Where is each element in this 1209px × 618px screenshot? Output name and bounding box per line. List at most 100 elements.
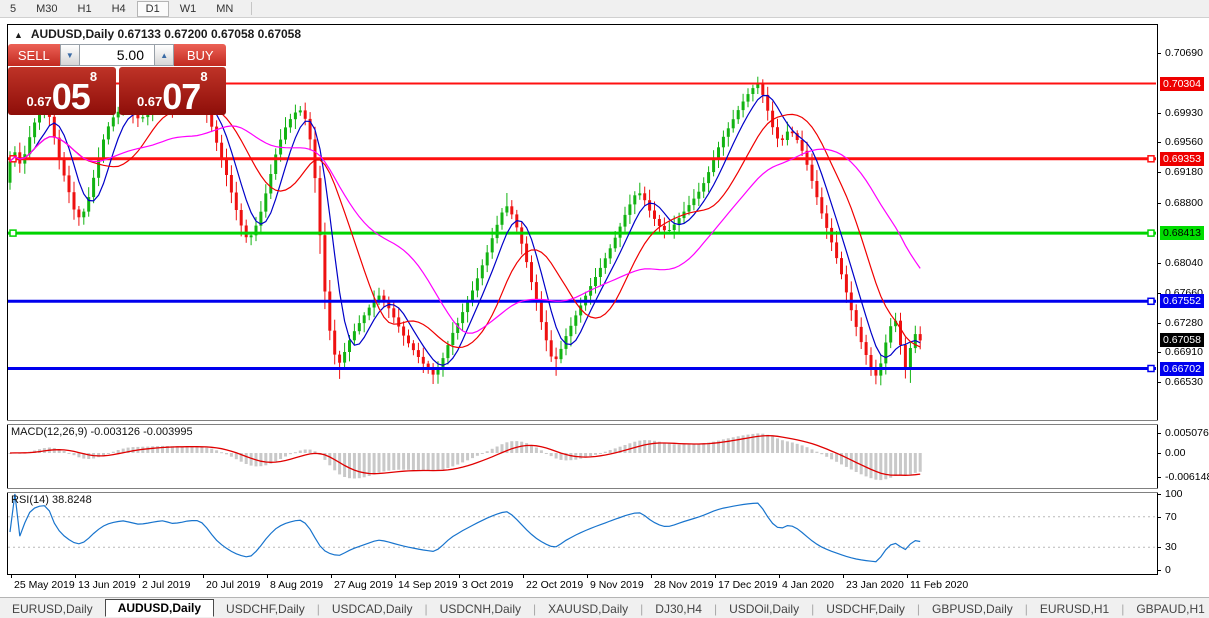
chart-tab-usdchf-daily[interactable]: USDCHF,Daily [214, 600, 317, 618]
axis-tick [1157, 113, 1161, 115]
date-tick-label: 28 Nov 2019 [654, 579, 714, 591]
axis-tick [1157, 516, 1161, 518]
mt4-window: 5 M30 H1 H4 D1 W1 MN ▲ AUDUSD,Daily 0.67133 0.… [0, 0, 1209, 618]
date-tick-label: 22 Oct 2019 [526, 579, 584, 591]
date-axis[interactable]: 25 May 2019 13 Jun 2019 2 Jul 2019 20 Jul 2… [7, 574, 1157, 595]
chart-tab-usdcnh-daily[interactable]: USDCNH,Daily [428, 600, 533, 618]
date-tick-label: 27 Aug 2019 [334, 579, 393, 591]
axis-tick-label: 0.68800 [1165, 196, 1203, 209]
date-tick-label: 20 Jul 2019 [206, 579, 261, 591]
date-tick [11, 574, 12, 578]
price-level-badge: 0.67058 [1160, 333, 1204, 348]
sell-price-big: 05 [51, 76, 91, 118]
chart-tab-xauusd-daily[interactable]: XAUUSD,Daily [536, 600, 640, 618]
buy-button[interactable]: BUY [174, 44, 226, 66]
date-tick [267, 574, 268, 578]
ma-14-line [9, 106, 921, 349]
date-tick [715, 574, 716, 578]
collapse-triangle-icon[interactable]: ▲ [14, 30, 23, 40]
axis-tick [1157, 433, 1161, 434]
chart-tab-gbpaud-h1[interactable]: GBPAUD,H1 [1124, 600, 1209, 618]
chart-tab-usdoil-daily[interactable]: USDOil,Daily [717, 600, 811, 618]
candlesticks [8, 76, 922, 386]
one-click-trade-panel: SELL ▼ ▲ BUY 0.67 05 8 0.67 07 8 [8, 44, 226, 115]
chart-title: ▲ AUDUSD,Daily 0.67133 0.67200 0.67058 0… [14, 27, 301, 41]
axis-tick [1157, 494, 1161, 495]
date-tick [779, 574, 780, 578]
date-tick [75, 574, 76, 578]
buy-price-prefix: 0.67 [136, 94, 163, 109]
axis-tick-label: 0.70690 [1165, 47, 1203, 59]
price-level-badge: 0.69353 [1160, 151, 1204, 166]
buy-price-button[interactable]: 0.67 07 8 [118, 67, 226, 118]
volume-increase-button[interactable]: ▲ [154, 44, 175, 66]
axis-tick [1157, 53, 1161, 54]
axis-tick-label: 0.67280 [1165, 316, 1203, 329]
moving-averages [9, 94, 921, 366]
spin-down-icon: ▼ [65, 50, 74, 60]
axis-tick-label: -0.006148 [1165, 471, 1209, 484]
axis-tick [1157, 202, 1161, 204]
volume-decrease-button[interactable]: ▼ [59, 44, 80, 66]
date-tick [907, 574, 908, 578]
date-tick-label: 17 Dec 2019 [718, 579, 778, 591]
date-tick-label: 9 Nov 2019 [590, 579, 644, 591]
price-level-badge: 0.70304 [1160, 76, 1204, 91]
rsi-pane-separator[interactable] [7, 488, 1158, 493]
spin-up-icon: ▲ [160, 50, 169, 60]
axis-tick [1157, 453, 1161, 454]
date-tick [331, 574, 332, 578]
chart-tab-gbpusd-daily[interactable]: GBPUSD,Daily [920, 600, 1025, 618]
chart-tab-eurusd-daily[interactable]: EURUSD,Daily [0, 600, 105, 618]
chart-tab-usdchf-daily[interactable]: USDCHF,Daily [814, 600, 917, 618]
price-level-badge: 0.66702 [1160, 361, 1204, 376]
buy-price-big: 07 [162, 76, 201, 118]
axis-tick [1157, 172, 1161, 174]
chart-tab-dj30-h4[interactable]: DJ30,H4 [643, 600, 714, 618]
axis-tick-label: 0.00 [1165, 447, 1186, 459]
date-tick [843, 574, 844, 578]
axis-tick-label: 0.66530 [1165, 376, 1203, 389]
ma-6-line [9, 94, 921, 366]
buy-price-pip: 8 [200, 69, 208, 84]
axis-tick-label: 100 [1165, 488, 1183, 500]
date-tick-label: 11 Feb 2020 [910, 579, 969, 591]
chart-tab-audusd-daily[interactable]: AUDUSD,Daily [104, 599, 215, 617]
sell-button[interactable]: SELL [8, 44, 60, 66]
macd-name: MACD(12,26,9) [11, 426, 88, 438]
date-tick [651, 574, 652, 578]
date-tick [395, 574, 396, 578]
date-tick-label: 23 Jan 2020 [846, 579, 904, 591]
axis-tick [1157, 477, 1161, 479]
price-level-badge: 0.68413 [1160, 226, 1204, 241]
axis-tick [1157, 382, 1161, 384]
axis-tick-label: 0.69180 [1165, 166, 1203, 179]
chart-tab-usdcad-daily[interactable]: USDCAD,Daily [320, 600, 425, 618]
macd-values: -0.003126 -0.003995 [90, 426, 193, 438]
rsi-pane-label: RSI(14) 38.8248 [11, 494, 92, 506]
axis-tick-label: 0.68040 [1165, 256, 1203, 269]
axis-tick-label: 0 [1165, 564, 1171, 576]
macd-pane-label: MACD(12,26,9) -0.003126 -0.003995 [11, 426, 193, 438]
macd-indicator [8, 433, 922, 481]
sell-price-prefix: 0.67 [26, 94, 52, 109]
axis-tick [1157, 547, 1161, 549]
volume-input[interactable] [80, 44, 154, 66]
date-tick-label: 8 Aug 2019 [270, 579, 324, 591]
rsi-line [9, 493, 921, 563]
sell-price-button[interactable]: 0.67 05 8 [8, 67, 116, 115]
macd-pane-separator[interactable] [7, 420, 1158, 425]
axis-tick-label: 0.005076 [1165, 427, 1209, 439]
date-tick-label: 2 Jul 2019 [142, 579, 191, 591]
axis-tick [1157, 262, 1161, 264]
axis-tick [1157, 142, 1161, 144]
chart-tab-eurusd-h1[interactable]: EURUSD,H1 [1028, 600, 1121, 618]
price-axis[interactable]: 0.70690 0.69930 0.69560 0.69180 0.68800 0.680… [1157, 24, 1209, 576]
axis-tick [1157, 352, 1161, 354]
price-level-badge: 0.67552 [1160, 294, 1204, 309]
rsi-value: 38.8248 [51, 494, 92, 506]
date-tick [523, 574, 524, 578]
chart-ohlc-quotes: 0.67133 0.67200 0.67058 0.67058 [117, 27, 302, 41]
date-tick-label: 13 Jun 2019 [78, 579, 136, 591]
date-tick [459, 574, 460, 578]
